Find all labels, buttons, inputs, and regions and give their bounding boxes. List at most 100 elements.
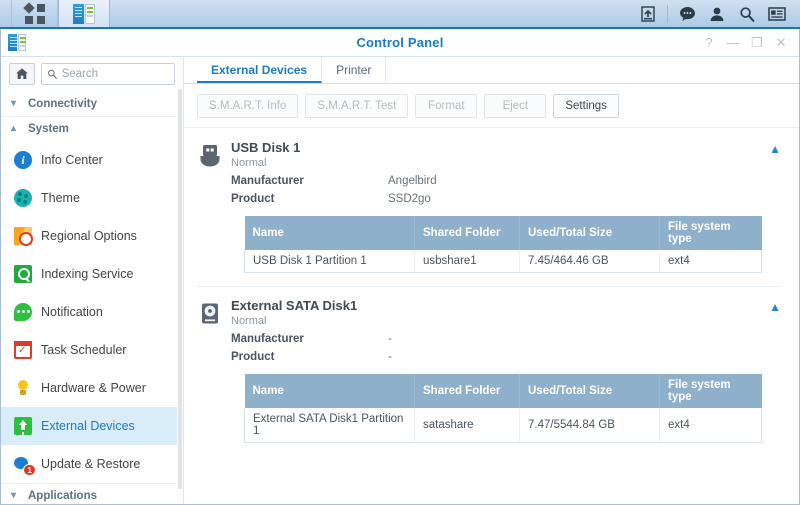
field-label: Manufacturer [231, 175, 304, 187]
window-controls: ? — ❐ ✕ [697, 32, 793, 54]
apps-grid-icon [22, 1, 45, 24]
device-status: Normal [231, 157, 267, 169]
smart-test-button[interactable]: S.M.A.R.T. Test [305, 94, 409, 118]
sidebar-item-label: External Devices [41, 419, 135, 433]
sidebar-item-label: Hardware & Power [41, 381, 146, 395]
notification-icon[interactable] [762, 0, 792, 28]
sidebar-item-notification[interactable]: Notification [1, 293, 183, 331]
cell-used-total: 7.45/464.46 GB [519, 250, 660, 273]
tab-external-devices[interactable]: External Devices [197, 57, 323, 83]
chevron-up-icon: ▴ [11, 123, 17, 134]
sidebar-item-hardware-power[interactable]: Hardware & Power [1, 369, 183, 407]
regional-options-icon [14, 227, 33, 246]
taskbar-spacer [110, 0, 633, 27]
sidebar-item-label: Regional Options [41, 229, 137, 243]
field-value: SSD2go [388, 193, 431, 205]
table-header-row: Name Shared Folder Used/Total Size File … [244, 374, 762, 408]
search-input[interactable] [61, 68, 169, 80]
sidebar-group-label: Connectivity [28, 98, 98, 110]
field-label: Product [231, 193, 275, 205]
sidebar-item-update-restore[interactable]: 1 Update & Restore [1, 445, 183, 483]
tray-divider [667, 4, 668, 23]
device-field-manufacturer: Manufacturer - [231, 333, 781, 345]
chevron-up-icon[interactable]: ▲ [769, 300, 781, 314]
table-row[interactable]: USB Disk 1 Partition 1 usbshare1 7.45/46… [244, 250, 762, 273]
main-content: External Devices Printer S.M.A.R.T. Info… [184, 57, 799, 504]
taskbar-tray [633, 0, 800, 27]
theme-palette-icon [14, 189, 32, 207]
cell-fs-type: ext4 [659, 250, 762, 273]
partition-table-external-sata-disk1: Name Shared Folder Used/Total Size File … [244, 374, 762, 443]
chevron-down-icon: ▾ [11, 98, 17, 109]
device-card-external-sata-disk1: External SATA Disk1 Normal Manufacturer … [197, 298, 781, 443]
cell-used-total: 7.47/5544.84 GB [519, 408, 660, 443]
apps-menu-button[interactable] [12, 0, 58, 27]
field-label: Manufacturer [231, 333, 304, 345]
tab-printer[interactable]: Printer [322, 57, 387, 83]
close-button[interactable]: ✕ [769, 32, 793, 54]
sidebar-item-label: Info Center [41, 153, 103, 167]
sidebar-scrollbar-thumb[interactable] [178, 89, 182, 489]
help-button[interactable]: ? [697, 32, 721, 54]
home-button[interactable] [9, 63, 35, 85]
cell-name: External SATA Disk1 Partition 1 [244, 408, 415, 443]
sidebar-scrollbar[interactable] [177, 57, 183, 504]
taskbar-app-control-panel[interactable] [58, 0, 110, 27]
device-name: External SATA Disk1 [231, 298, 358, 313]
sidebar-group-system[interactable]: ▴ System [1, 116, 183, 141]
device-header: USB Disk 1 Normal Manufacturer Angelbird… [197, 140, 781, 205]
usb-drive-icon [197, 140, 231, 172]
format-button[interactable]: Format [415, 94, 478, 118]
status-badge: 1 [23, 464, 36, 476]
upload-icon[interactable] [633, 0, 663, 28]
device-card-usb-disk-1: USB Disk 1 Normal Manufacturer Angelbird… [197, 140, 781, 287]
page-title: Control Panel [356, 35, 444, 50]
info-icon: i [14, 151, 32, 169]
sidebar-group-connectivity[interactable]: ▾ Connectivity [1, 92, 183, 116]
control-panel-icon [73, 3, 95, 24]
minimize-button[interactable]: — [721, 32, 745, 54]
control-panel-window: Control Panel ? — ❐ ✕ Search ▾ Connectiv… [0, 29, 800, 505]
sidebar-item-label: Theme [41, 191, 80, 205]
sidebar-item-label: Task Scheduler [41, 343, 127, 357]
column-header-shared-folder: Shared Folder [414, 374, 520, 408]
sidebar-item-external-devices[interactable]: External Devices [1, 407, 183, 445]
sidebar-item-label: Indexing Service [41, 267, 134, 281]
device-header: External SATA Disk1 Normal Manufacturer … [197, 298, 781, 363]
settings-button[interactable]: Settings [553, 94, 619, 118]
column-header-used-total: Used/Total Size [519, 374, 660, 408]
user-icon[interactable] [702, 0, 732, 28]
cell-name: USB Disk 1 Partition 1 [244, 250, 415, 273]
sidebar-item-regional-options[interactable]: Regional Options [1, 217, 183, 255]
action-toolbar: S.M.A.R.T. Info S.M.A.R.T. Test Format E… [184, 84, 799, 128]
sidebar-item-indexing-service[interactable]: Indexing Service [1, 255, 183, 293]
column-header-used-total: Used/Total Size [519, 216, 660, 250]
field-value: Angelbird [388, 175, 437, 187]
field-label: Product [231, 351, 275, 363]
search-box[interactable] [41, 63, 175, 85]
smart-info-button[interactable]: S.M.A.R.T. Info [197, 94, 299, 118]
tab-bar: External Devices Printer [184, 57, 799, 84]
device-info: External SATA Disk1 Normal Manufacturer … [231, 298, 781, 363]
sidebar-item-info-center[interactable]: i Info Center [1, 141, 183, 179]
hardware-power-icon [14, 379, 32, 397]
search-icon[interactable] [732, 0, 762, 28]
maximize-button[interactable]: ❐ [745, 32, 769, 54]
chevron-up-icon[interactable]: ▲ [769, 142, 781, 156]
external-devices-icon [14, 417, 32, 435]
chat-icon[interactable] [672, 0, 702, 28]
table-row[interactable]: External SATA Disk1 Partition 1 satashar… [244, 408, 762, 443]
sidebar-group-applications[interactable]: ▾ Applications [1, 483, 183, 504]
column-header-name: Name [244, 216, 415, 250]
device-list: USB Disk 1 Normal Manufacturer Angelbird… [184, 128, 799, 443]
device-info: USB Disk 1 Normal Manufacturer Angelbird… [231, 140, 781, 205]
table-header-row: Name Shared Folder Used/Total Size File … [244, 216, 762, 250]
window-titlebar: Control Panel ? — ❐ ✕ [1, 29, 799, 57]
sidebar-item-theme[interactable]: Theme [1, 179, 183, 217]
chevron-down-icon: ▾ [11, 490, 17, 501]
sidebar-item-task-scheduler[interactable]: Task Scheduler [1, 331, 183, 369]
search-icon [48, 69, 57, 79]
eject-button[interactable]: Eject [484, 94, 547, 118]
sidebar-item-label: Update & Restore [41, 457, 141, 471]
desktop-taskbar [0, 0, 800, 29]
